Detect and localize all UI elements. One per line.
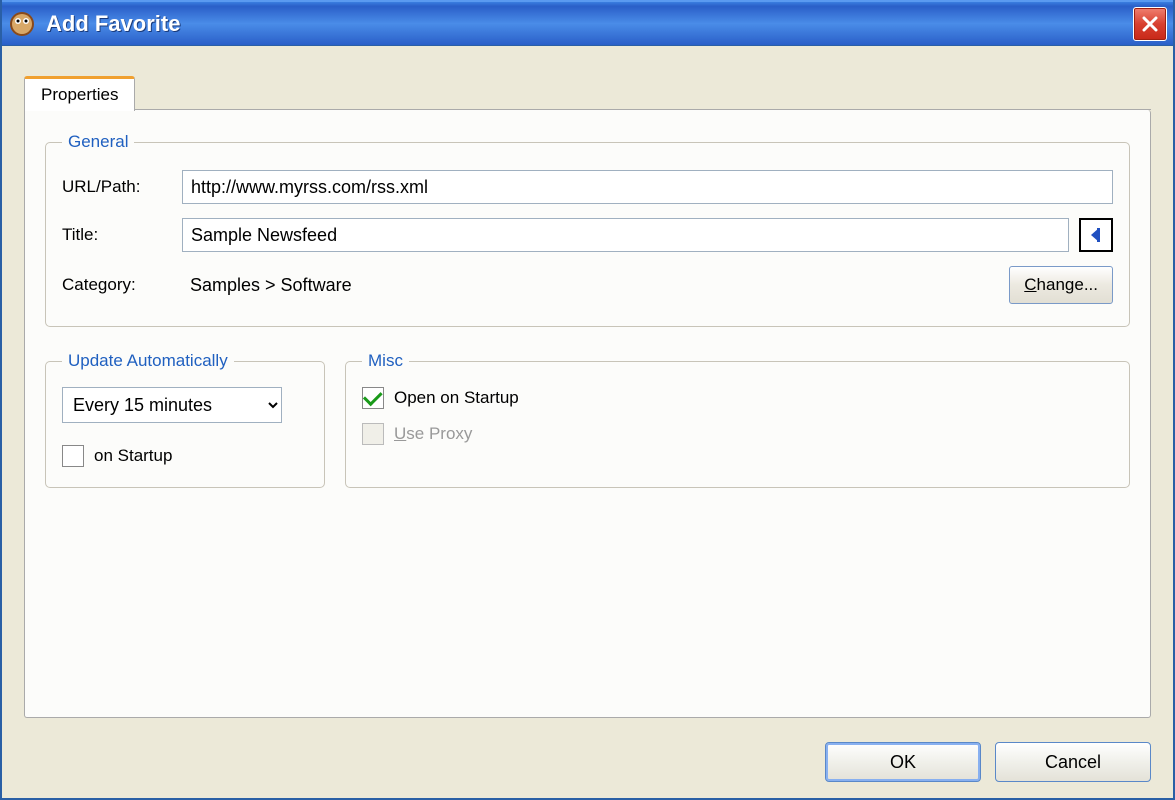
url-label: URL/Path: <box>62 177 182 197</box>
url-input[interactable] <box>182 170 1113 204</box>
dialog-body: Properties General URL/Path: Title: <box>2 46 1173 732</box>
use-proxy-label: Use Proxy <box>394 424 472 444</box>
misc-group: Misc Open on Startup Use Proxy <box>345 351 1130 488</box>
update-interval-select[interactable]: Every 15 minutes <box>62 387 282 423</box>
ok-button[interactable]: OK <box>825 742 981 782</box>
cancel-button[interactable]: Cancel <box>995 742 1151 782</box>
window-title: Add Favorite <box>46 11 1127 37</box>
open-on-startup-row[interactable]: Open on Startup <box>362 387 1113 409</box>
tab-properties[interactable]: Properties <box>24 76 135 111</box>
url-row: URL/Path: <box>62 170 1113 204</box>
close-icon <box>1141 15 1159 33</box>
misc-legend: Misc <box>362 351 409 371</box>
update-on-startup-checkbox[interactable] <box>62 445 84 467</box>
tab-strip: Properties <box>24 68 1151 110</box>
dialog-footer: OK Cancel <box>2 732 1173 798</box>
app-icon <box>8 10 36 38</box>
interval-row: Every 15 minutes <box>62 387 308 423</box>
update-legend: Update Automatically <box>62 351 234 371</box>
add-favorite-dialog: Add Favorite Properties General URL/Path… <box>0 0 1175 800</box>
category-value: Samples > Software <box>182 271 997 300</box>
change-category-button[interactable]: Change... <box>1009 266 1113 304</box>
general-legend: General <box>62 132 134 152</box>
category-label: Category: <box>62 275 182 295</box>
use-proxy-checkbox <box>362 423 384 445</box>
fetch-title-button[interactable] <box>1079 218 1113 252</box>
open-on-startup-checkbox[interactable] <box>362 387 384 409</box>
title-row: Title: <box>62 218 1113 252</box>
title-label: Title: <box>62 225 182 245</box>
update-on-startup-label: on Startup <box>94 446 172 466</box>
category-row: Category: Samples > Software Change... <box>62 266 1113 304</box>
update-on-startup-row[interactable]: on Startup <box>62 445 308 467</box>
tab-panel: General URL/Path: Title: <box>24 110 1151 718</box>
use-proxy-row: Use Proxy <box>362 423 1113 445</box>
tab-container: Properties General URL/Path: Title: <box>24 68 1151 718</box>
open-on-startup-label: Open on Startup <box>394 388 519 408</box>
general-group: General URL/Path: Title: <box>45 132 1130 327</box>
title-bar[interactable]: Add Favorite <box>2 0 1173 46</box>
update-group: Update Automatically Every 15 minutes on… <box>45 351 325 488</box>
title-input[interactable] <box>182 218 1069 252</box>
lower-groups: Update Automatically Every 15 minutes on… <box>45 351 1130 488</box>
close-button[interactable] <box>1133 7 1167 41</box>
arrow-left-icon <box>1087 226 1105 244</box>
